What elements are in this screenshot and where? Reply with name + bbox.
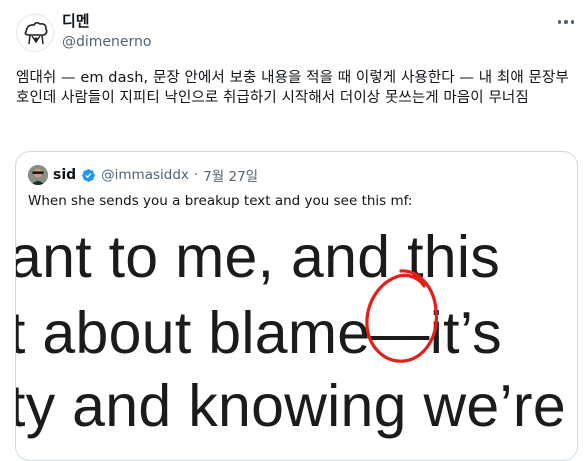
quote-tweet-card[interactable]: sid @immasiddx · 7월 27일 When she sends y… [15,151,578,461]
quote-author-avatar[interactable] [28,165,48,185]
media-text-line: ant to me, and this [16,224,501,290]
more-horizontal-icon[interactable] [554,14,578,30]
author-handle[interactable]: @dimenerno [62,33,151,52]
tweet-text: 엠대쉬 — em dash, 문장 안에서 보충 내용을 적을 때 이렇게 사용… [16,70,569,106]
more-dot [557,20,562,24]
quote-date[interactable]: 7월 27일 [203,165,258,185]
more-dot [570,20,575,24]
quote-display-name[interactable]: sid [53,167,76,183]
author-display-name[interactable]: 디멘 [62,12,151,31]
author-name-block: 디멘 @dimenerno [62,12,151,52]
quote-avatar-drawing [28,165,48,185]
author-avatar[interactable] [16,14,54,52]
media-text-line: ty and knowing we’re [16,373,566,439]
media-text-line: t about blame—it’s [16,300,502,366]
author-avatar-drawing [18,16,53,51]
more-dot [564,20,568,24]
quote-media-image[interactable]: ant to me, and this t about blame—it’s t… [16,224,577,460]
quote-separator: · [193,167,199,183]
quote-text: When she sends you a breakup text and yo… [28,193,413,209]
quote-handle[interactable]: @immasiddx [101,167,189,183]
verified-badge-icon [82,168,96,182]
quote-header: sid @immasiddx · 7월 27일 [28,164,258,186]
